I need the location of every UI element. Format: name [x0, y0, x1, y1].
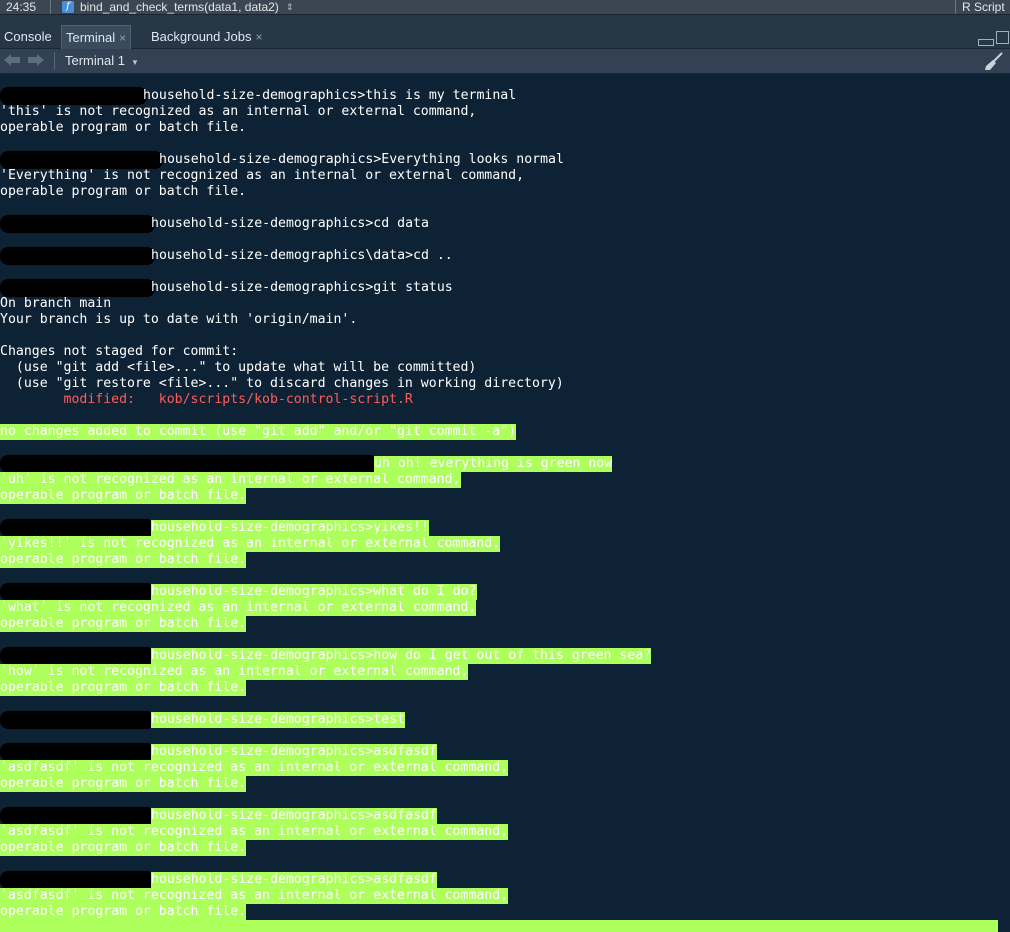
terminal-line: (use "git add <file>..." to update what …	[0, 360, 477, 375]
function-navigator[interactable]: bind_and_check_terms(data1, data2)	[80, 0, 279, 14]
terminal-line: operable program or batch file.	[0, 184, 247, 199]
redacted-path	[0, 247, 155, 265]
terminal-line: On branch main	[0, 296, 112, 311]
redacted-path	[0, 151, 163, 169]
pane-tabs-bar: Console Terminal × Background Jobs ×	[0, 15, 1010, 49]
terminal-line: operable program or batch file.	[0, 488, 247, 504]
broom-icon[interactable]	[984, 51, 1004, 71]
terminal-line: operable program or batch file.	[0, 904, 247, 920]
back-arrow-icon[interactable]	[4, 54, 20, 68]
maximize-icon[interactable]	[996, 31, 1009, 44]
terminal-line: 'asdfasdf' is not recognized as an inter…	[0, 824, 509, 840]
terminal-line: household-size-demographics>asdfasdf	[151, 872, 437, 888]
redacted-path	[0, 583, 155, 601]
terminal-selector-label: Terminal 1	[65, 53, 125, 68]
tab-console[interactable]: Console	[0, 25, 56, 48]
terminal-line: household-size-demographics>cd data	[151, 216, 429, 231]
terminal-toolbar: Terminal 1 ▼	[0, 49, 1010, 74]
redacted-path	[0, 871, 155, 889]
terminal-line: operable program or batch file.	[0, 680, 247, 696]
terminal-line: household-size-demographics>test	[151, 712, 406, 728]
redacted-path	[0, 279, 155, 297]
terminal-line: household-size-demographics>how do I get…	[151, 648, 652, 664]
toolbar-divider	[54, 52, 55, 70]
terminal-line: 'how' is not recognized as an internal o…	[0, 664, 469, 680]
editor-status-bar: 24:35 f bind_and_check_terms(data1, data…	[0, 0, 1010, 15]
terminal-line: Changes not staged for commit:	[0, 344, 239, 359]
terminal-line: modified: kob/scripts/kob-control-script…	[0, 392, 413, 407]
terminal-line: no changes added to commit (use "git add…	[0, 424, 517, 440]
terminal-line: household-size-demographics>what do I do…	[151, 584, 477, 600]
redacted-path	[0, 743, 155, 761]
terminal-line: 'Everything' is not recognized as an int…	[0, 168, 525, 183]
terminal-line: operable program or batch file.	[0, 120, 247, 135]
tab-terminal[interactable]: Terminal ×	[61, 25, 132, 49]
terminal-line: 'yikes!!' is not recognized as an intern…	[0, 536, 501, 552]
redacted-path	[0, 519, 155, 537]
cursor-position: 24:35	[6, 0, 37, 14]
forward-arrow-icon[interactable]	[28, 54, 44, 68]
terminal-line: 'asdfasdf' is not recognized as an inter…	[0, 888, 509, 904]
tab-console-label: Console	[4, 29, 52, 44]
terminal-line: operable program or batch file.	[0, 552, 247, 568]
terminal-line: 'what' is not recognized as an internal …	[0, 600, 477, 616]
terminal-line: household-size-demographics\data>cd ..	[151, 248, 453, 263]
close-icon[interactable]: ×	[119, 31, 126, 45]
redacted-path	[0, 87, 147, 105]
redacted-path	[0, 455, 378, 473]
terminal-line: household-size-demographics>git status	[151, 280, 453, 295]
redacted-path	[0, 711, 155, 729]
terminal-line: Your branch is up to date with 'origin/m…	[0, 312, 358, 327]
terminal-selector[interactable]: Terminal 1 ▼	[65, 52, 139, 70]
status-divider-right	[955, 0, 956, 14]
terminal-output[interactable]: household-size-demographics>this is my t…	[0, 74, 1010, 932]
terminal-line: household-size-demographics>asdfasdf	[151, 808, 437, 824]
redacted-path	[0, 647, 155, 665]
redacted-path	[0, 215, 155, 233]
terminal-line: operable program or batch file.	[0, 776, 247, 792]
redacted-path	[0, 807, 155, 825]
function-icon: f	[62, 1, 74, 13]
terminal-line: household-size-demographics>this is my t…	[143, 88, 517, 103]
tab-background-jobs-label: Background Jobs	[151, 29, 252, 44]
close-icon[interactable]: ×	[255, 30, 262, 44]
terminal-line: 'this' is not recognized as an internal …	[0, 104, 477, 119]
terminal-line: household-size-demographics>Everything l…	[159, 152, 564, 167]
updown-icon[interactable]: ⇕	[286, 0, 294, 14]
file-type-selector[interactable]: R Script	[962, 0, 1005, 14]
terminal-line: household-size-demographics>asdfasdf	[151, 744, 437, 760]
tab-terminal-label: Terminal	[66, 30, 116, 45]
terminal-line: 'asdfasdf' is not recognized as an inter…	[0, 760, 509, 776]
terminal-highlight-band	[0, 920, 998, 932]
terminal-line: operable program or batch file.	[0, 840, 247, 856]
terminal-line: operable program or batch file.	[0, 616, 247, 632]
caret-down-icon: ▼	[130, 58, 139, 67]
terminal-line: uh oh! everything is green now	[374, 456, 613, 472]
terminal-line: 'uh' is not recognized as an internal or…	[0, 472, 461, 488]
terminal-line: household-size-demographics>yikes!!	[151, 520, 429, 536]
tab-background-jobs[interactable]: Background Jobs ×	[147, 25, 266, 48]
status-divider	[50, 0, 51, 14]
minimize-icon[interactable]	[978, 39, 994, 46]
terminal-line: (use "git restore <file>..." to discard …	[0, 376, 564, 391]
